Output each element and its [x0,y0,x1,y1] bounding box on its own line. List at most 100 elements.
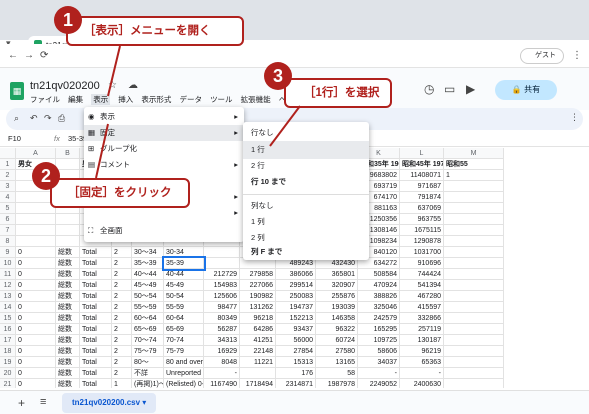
grid-cell[interactable]: 125606 [204,291,240,302]
grid-cell[interactable] [444,258,504,269]
grid-cell[interactable]: 0 [16,357,56,368]
grid-cell[interactable]: 総数 [56,313,80,324]
grid-cell[interactable] [444,324,504,335]
grid-cell[interactable]: 2 [112,302,132,313]
grid-cell[interactable]: 637069 [400,203,444,214]
reload-icon[interactable]: ⟳ [40,50,48,61]
grid-cell[interactable]: 320907 [316,280,358,291]
grid-cell[interactable]: 55～59 [132,302,164,313]
grid-cell[interactable] [16,214,56,225]
row-header[interactable]: 10 [0,258,16,269]
grid-cell[interactable]: 0 [16,291,56,302]
grid-cell[interactable]: 1 [112,379,132,388]
grid-cell[interactable]: 総数 [56,357,80,368]
grid-cell[interactable]: 1675115 [400,225,444,236]
grid-cell[interactable]: Total [80,346,112,357]
view-menu-item-show[interactable]: ◉ 表示 ▸ [84,109,244,125]
grid-cell[interactable] [444,225,504,236]
row-header[interactable]: 3 [0,181,16,192]
grid-cell[interactable]: 0 [16,324,56,335]
grid-cell[interactable]: 総数 [56,291,80,302]
grid-cell[interactable]: 2 [112,346,132,357]
sheet-tab[interactable]: tn21qv020200.csv ▾ [62,393,157,413]
row-header[interactable]: 8 [0,236,16,247]
grid-cell[interactable] [16,236,56,247]
grid-cell[interactable]: 50～54 [132,291,164,302]
grid-cell[interactable]: 13165 [316,357,358,368]
grid-cell[interactable]: Unreported [164,368,204,379]
back-icon[interactable]: ← [8,50,18,61]
grid-cell[interactable]: 96218 [240,313,276,324]
grid-cell[interactable]: 415597 [400,302,444,313]
grid-cell[interactable] [444,269,504,280]
grid-cell[interactable]: 255876 [316,291,358,302]
grid-cell[interactable]: 60724 [316,335,358,346]
grid-cell[interactable] [204,247,240,258]
grid-cell[interactable]: Total [80,324,112,335]
freeze-no-rows[interactable]: 行なし [243,124,369,142]
grid-cell[interactable]: 227066 [240,280,276,291]
all-sheets-icon[interactable]: ≡ [40,396,46,408]
grid-cell[interactable]: 1167490 [204,379,240,388]
grid-cell[interactable]: 昭和45年 1970 [400,159,444,170]
freeze-up-to-row-10[interactable]: 行 10 まで [243,173,369,191]
grid-cell[interactable]: 2 [112,280,132,291]
grid-cell[interactable]: 8048 [204,357,240,368]
column-header[interactable]: M [444,148,504,159]
row-header[interactable]: 7 [0,225,16,236]
grid-cell[interactable]: 総数 [56,346,80,357]
grid-cell[interactable]: 2 [112,313,132,324]
row-header[interactable]: 11 [0,269,16,280]
grid-cell[interactable]: 1290878 [400,236,444,247]
search-menu-icon[interactable]: ⌕ [14,113,19,124]
column-header[interactable]: B [56,148,80,159]
grid-cell[interactable]: 541394 [400,280,444,291]
grid-cell[interactable]: 470924 [358,280,400,291]
grid-cell[interactable]: Total [80,357,112,368]
grid-cell[interactable]: 総数 [56,269,80,280]
grid-cell[interactable]: 34037 [358,357,400,368]
grid-cell[interactable]: 35～39 [132,258,164,269]
grid-cell[interactable]: Total [80,280,112,291]
grid-cell[interactable]: 56000 [276,335,316,346]
grid-cell[interactable]: 250083 [276,291,316,302]
grid-cell[interactable]: 0 [16,258,56,269]
grid-cell[interactable]: 45～49 [132,280,164,291]
grid-cell[interactable]: 80349 [204,313,240,324]
more-icon[interactable]: ⋮ [570,112,579,123]
grid-cell[interactable]: 60-64 [164,313,204,324]
grid-cell[interactable]: 98477 [204,302,240,313]
grid-cell[interactable]: Total [80,313,112,324]
row-header[interactable]: 4 [0,192,16,203]
grid-cell[interactable]: 193039 [316,302,358,313]
grid-cell[interactable]: 34313 [204,335,240,346]
grid-cell[interactable]: 総数 [56,247,80,258]
grid-cell[interactable]: 40～44 [132,269,164,280]
grid-cell[interactable]: 0 [16,346,56,357]
grid-cell[interactable]: 2 [112,335,132,346]
menu-view[interactable]: 表示 [91,94,111,105]
grid-cell[interactable]: 65363 [400,357,444,368]
row-header[interactable]: 9 [0,247,16,258]
grid-cell[interactable]: 40-44 [164,269,204,280]
grid-cell[interactable]: 総数 [56,258,80,269]
grid-cell[interactable]: 2400630 [400,379,444,388]
grid-cell[interactable]: 910696 [400,258,444,269]
grid-cell[interactable]: 93437 [276,324,316,335]
grid-cell[interactable]: 41251 [240,335,276,346]
grid-cell[interactable]: 744424 [400,269,444,280]
grid-cell[interactable]: Total [80,335,112,346]
grid-cell[interactable]: 96322 [316,324,358,335]
grid-cell[interactable]: 30-34 [164,247,204,258]
grid-cell[interactable]: 70～74 [132,335,164,346]
grid-cell[interactable] [444,192,504,203]
grid-cell[interactable]: 2 [112,269,132,280]
row-header[interactable]: 17 [0,335,16,346]
grid-cell[interactable]: 0 [16,379,56,388]
grid-cell[interactable]: 176 [276,368,316,379]
grid-cell[interactable]: 152213 [276,313,316,324]
redo-icon[interactable]: ↷ [44,113,52,124]
grid-cell[interactable]: 1 [444,170,504,181]
grid-cell[interactable]: 154983 [204,280,240,291]
grid-cell[interactable]: 65～69 [132,324,164,335]
